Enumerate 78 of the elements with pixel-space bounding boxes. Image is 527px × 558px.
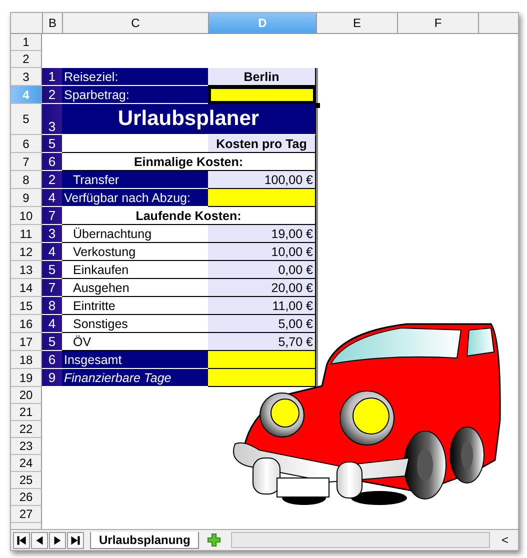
number-cell: 6 [42,351,62,369]
row-header[interactable]: 22 [11,421,42,438]
number-cell: 5 [42,333,62,351]
number-cell: 3 [42,225,62,243]
row-header[interactable]: 26 [11,489,42,506]
number-cell: 9 [42,369,62,387]
number-cell: 4 [42,243,62,261]
row-header[interactable]: 9 [11,189,42,207]
number-cell: 5 [42,261,62,279]
row-header[interactable]: 10 [11,207,42,225]
amount-cell: 0,00 € [208,261,316,279]
input-cell[interactable] [208,351,316,369]
label-cell: Verfügbar nach Abzug: [62,189,208,207]
number-cell: 8 [42,297,62,315]
label-cell: Transfer [62,171,208,189]
number-cell: 7 [42,279,62,297]
row-header[interactable]: 1 [11,34,42,51]
last-sheet-icon[interactable] [67,532,84,548]
row-header[interactable]: 12 [11,243,42,261]
label-cell: Insgesamt [62,351,208,369]
number-cell: 2 [42,86,62,104]
column-header[interactable]: B [43,13,63,33]
number-cell: 2 [42,171,62,189]
first-sheet-icon[interactable] [13,532,30,548]
label-cell: ÖV [62,333,208,351]
number-cell: 4 [42,189,62,207]
amount-cell: 5,00 € [208,315,316,333]
row-header[interactable]: 11 [11,225,42,243]
scroll-left-button[interactable]: < [492,533,518,547]
row-header[interactable]: 7 [11,153,42,171]
row-header[interactable]: 21 [11,404,42,421]
row-header[interactable]: 25 [11,472,42,489]
input-cell[interactable] [208,369,316,387]
amount-cell: 20,00 € [208,279,316,297]
row-header[interactable]: 8 [11,171,42,189]
row-header[interactable]: 6 [11,135,42,153]
number-cell: 1 [42,68,62,86]
label-cell: Reiseziel: [62,68,208,86]
row-header[interactable]: 23 [11,438,42,455]
row-header[interactable]: 13 [11,261,42,279]
input-cell[interactable] [208,189,316,207]
next-sheet-icon[interactable] [49,532,66,548]
row-header[interactable]: 3 [11,68,42,86]
row-header[interactable]: 15 [11,297,42,315]
row-header[interactable]: 16 [11,315,42,333]
column-heading-cell: Kosten pro Tag [208,135,316,153]
label-cell: Sparbetrag: [62,86,208,104]
amount-cell: 100,00 € [208,171,316,189]
number-cell: 3 [42,104,62,135]
add-sheet-icon[interactable] [207,533,222,547]
amount-cell: 19,00 € [208,225,316,243]
number-cell: 7 [42,207,62,225]
row-header[interactable]: 5 [11,104,42,135]
title-cell: Urlaubsplaner [62,104,316,135]
section-heading-cell: Laufende Kosten: [62,207,316,225]
row-header[interactable]: 20 [11,387,42,404]
amount-cell: 5,70 € [208,333,316,351]
row-header[interactable]: 14 [11,279,42,297]
row-header[interactable]: 24 [11,455,42,472]
column-header[interactable]: E [317,13,398,33]
previous-sheet-icon[interactable] [31,532,48,548]
amount-cell: 10,00 € [208,243,316,261]
row-header[interactable]: 27 [11,506,42,523]
label-cell: Übernachtung [62,225,208,243]
row-header[interactable]: 18 [11,351,42,369]
row-header[interactable]: 19 [11,369,42,387]
label-cell: Finanzierbare Tage [62,369,208,387]
number-cell: 6 [42,153,62,171]
section-heading-cell: Einmalige Kosten: [62,153,316,171]
number-cell: 5 [42,135,62,153]
value-cell: Berlin [208,68,316,86]
amount-cell: 11,00 € [208,297,316,315]
horizontal-scrollbar[interactable] [231,532,490,548]
sheet-tab[interactable]: Urlaubsplanung [90,532,200,548]
row-header[interactable]: 2 [11,51,42,68]
number-cell: 4 [42,315,62,333]
column-header[interactable]: F [398,13,479,33]
row-header[interactable]: 17 [11,333,42,351]
